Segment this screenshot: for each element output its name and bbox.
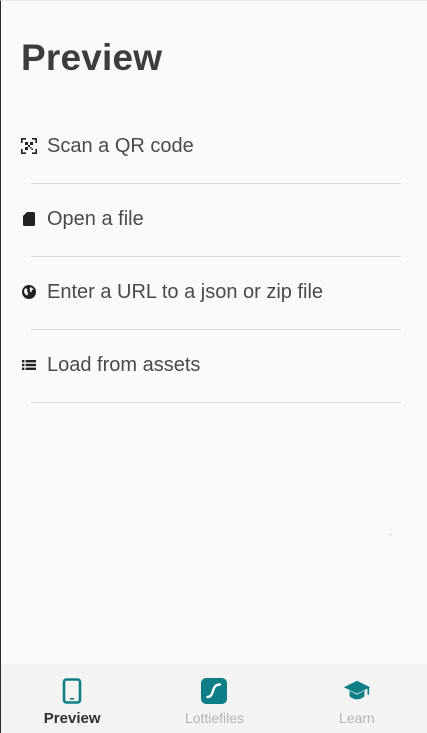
app-screen: Preview Scan a QR code Open a file Enter… bbox=[0, 0, 427, 733]
nav-tab-lottiefiles[interactable]: Lottiefiles bbox=[143, 664, 285, 733]
nav-label-learn: Learn bbox=[338, 710, 375, 726]
open-file-label: Open a file bbox=[47, 208, 144, 230]
preview-options-list: Scan a QR code Open a file Enter a URL t… bbox=[1, 111, 427, 403]
open-file-item[interactable]: Open a file bbox=[1, 184, 427, 257]
load-from-assets-item[interactable]: Load from assets bbox=[1, 330, 427, 403]
list-icon bbox=[21, 357, 37, 373]
sd-card-icon bbox=[21, 211, 37, 227]
nav-tab-learn[interactable]: Learn bbox=[286, 664, 427, 733]
nav-tab-preview[interactable]: Preview bbox=[1, 664, 143, 733]
nav-label-lottiefiles: Lottiefiles bbox=[184, 710, 245, 726]
phone-icon bbox=[58, 677, 86, 705]
enter-url-item[interactable]: Enter a URL to a json or zip file bbox=[1, 257, 427, 330]
graduation-cap-icon bbox=[343, 677, 371, 705]
nav-label-preview: Preview bbox=[43, 710, 101, 727]
scan-qr-code-item[interactable]: Scan a QR code bbox=[1, 111, 427, 184]
scan-qr-code-label: Scan a QR code bbox=[47, 135, 194, 157]
lottiefiles-icon bbox=[200, 677, 228, 705]
load-from-assets-label: Load from assets bbox=[47, 354, 201, 376]
stray-pixel bbox=[390, 534, 391, 535]
globe-icon bbox=[21, 284, 37, 300]
divider bbox=[31, 402, 401, 403]
enter-url-label: Enter a URL to a json or zip file bbox=[47, 281, 324, 303]
page-title: Preview bbox=[21, 37, 163, 78]
bottom-navigation: Preview Lottiefiles Learn bbox=[1, 664, 427, 733]
qr-code-icon bbox=[21, 138, 37, 154]
